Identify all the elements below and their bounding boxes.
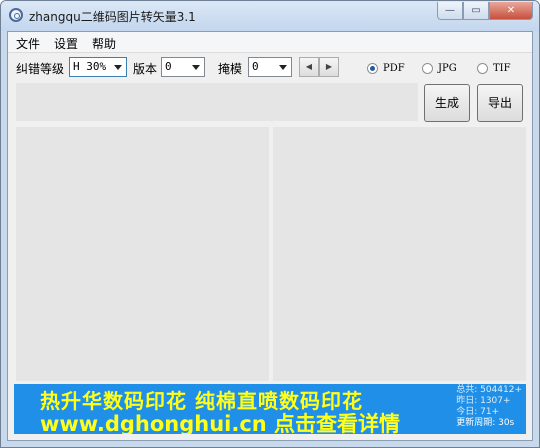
stat-total: 总共: 504412+ [456,385,522,395]
radio-icon [477,63,488,74]
format-label: JPG [438,63,457,74]
vector-preview-panel[interactable] [273,127,526,381]
menu-settings[interactable]: 设置 [54,35,78,52]
source-image-panel[interactable] [16,127,269,381]
format-radio-pdf[interactable]: PDF [367,63,405,74]
ad-banner[interactable]: 热升华数码印花 纯棉直喷数码印花 www.dghonghui.cn 点击查看详情… [14,384,526,434]
radio-icon [367,63,378,74]
stat-yesterday: 昨日: 1307+ [456,396,511,406]
maximize-button[interactable]: ▭ [463,2,489,20]
mask-select[interactable]: 0 [248,57,292,77]
minimize-button[interactable]: — [437,2,463,20]
stat-today: 今日: 71+ [456,407,500,417]
error-level-label: 纠错等级 [16,62,65,76]
stat-refresh: 更新周期: 30s [456,418,515,428]
window-controls: — ▭ ✕ [437,2,533,20]
ad-link-text: www.dghonghui.cn 点击查看详情 [40,412,401,434]
close-button[interactable]: ✕ [489,2,533,20]
error-level-select[interactable]: H 30% [69,57,127,77]
chevron-down-icon [192,65,200,70]
version-label: 版本 [133,62,158,76]
app-logo-icon [9,8,23,22]
chevron-down-icon [114,65,122,70]
menu-bar: 文件 设置 帮助 [8,32,532,53]
info-box [16,83,418,121]
app-window: zhangqu二维码图片转矢量3.1 — ▭ ✕ 文件 设置 帮助 纠错等级 H… [0,0,540,448]
title-bar[interactable]: zhangqu二维码图片转矢量3.1 — ▭ ✕ [1,1,539,31]
format-radio-jpg[interactable]: JPG [422,63,457,74]
format-radio-tif[interactable]: TIF [477,63,511,74]
chevron-down-icon [279,65,287,70]
menu-file[interactable]: 文件 [16,35,40,52]
client-area: 文件 设置 帮助 纠错等级 H 30% 版本 0 掩模 0 ◀ ▶ PDF JP… [7,31,533,441]
spin-right-button[interactable]: ▶ [319,57,339,77]
mask-label: 掩模 [218,62,243,76]
menu-help[interactable]: 帮助 [92,35,116,52]
generate-button[interactable]: 生成 [424,84,470,122]
mask-value: 0 [252,60,259,73]
window-title: zhangqu二维码图片转矢量3.1 [29,10,196,24]
ad-stats: 总共: 504412+ 昨日: 1307+ 今日: 71+ 更新周期: 30s [456,385,522,429]
version-select[interactable]: 0 [161,57,205,77]
error-level-value: H 30% [73,60,107,73]
radio-icon [422,63,433,74]
spin-left-button[interactable]: ◀ [299,57,319,77]
format-label: TIF [493,63,511,74]
version-value: 0 [165,60,172,73]
format-label: PDF [383,63,405,74]
export-button[interactable]: 导出 [477,84,523,122]
